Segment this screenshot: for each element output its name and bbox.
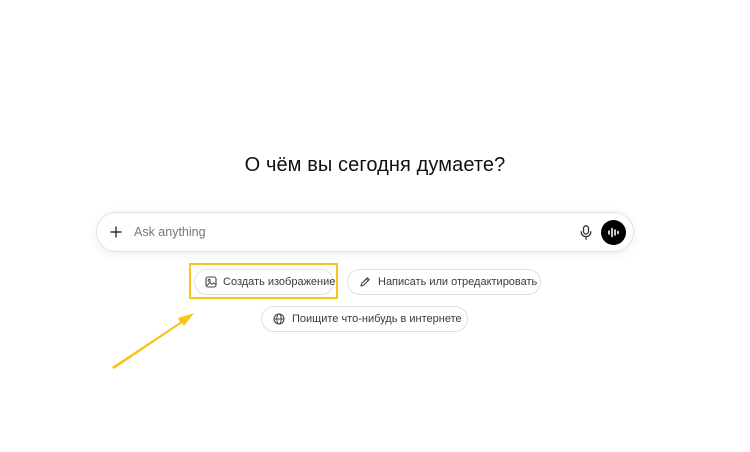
voice-waveform-icon (608, 227, 619, 238)
write-or-edit-chip[interactable]: Написать или отредактировать (347, 269, 541, 295)
web-search-chip[interactable]: Поищите что-нибудь в интернете (261, 306, 468, 332)
chip-label: Создать изображение (223, 276, 336, 288)
prompt-composer[interactable] (96, 212, 634, 252)
add-attachment-button[interactable] (106, 222, 126, 242)
chat-home-page: О чём вы сегодня думаете? Ask anything С… (0, 0, 750, 452)
prompt-input[interactable] (134, 222, 564, 242)
chip-label: Написать или отредактировать (378, 276, 538, 288)
voice-mode-button[interactable] (601, 220, 626, 245)
globe-icon (272, 312, 286, 326)
plus-icon (110, 226, 122, 238)
chip-label: Поищите что-нибудь в интернете (292, 313, 462, 325)
dictate-button[interactable] (577, 223, 595, 241)
page-headline: О чём вы сегодня думаете? (244, 154, 506, 176)
image-icon (205, 275, 217, 289)
pencil-icon (358, 275, 372, 289)
create-image-chip[interactable]: Создать изображение (194, 269, 336, 295)
microphone-icon (580, 224, 592, 240)
